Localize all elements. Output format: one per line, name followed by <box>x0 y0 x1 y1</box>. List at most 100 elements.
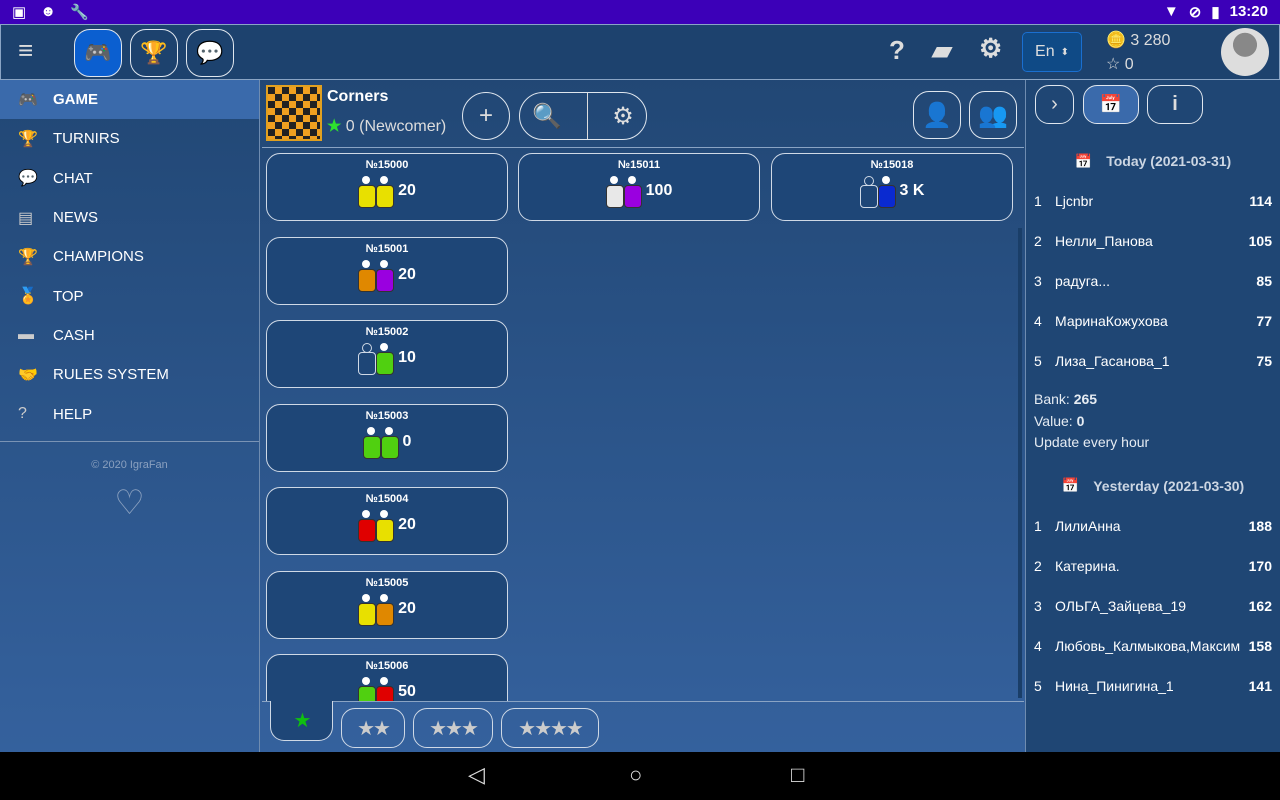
game-header: Corners ★ 0 (Newcomer) + 🔍 ⚙ 👤 👥 <box>262 80 1024 148</box>
player-figure-icon <box>380 427 399 459</box>
stars-value: 0 <box>1124 56 1134 73</box>
table-bet: 0 <box>402 433 412 450</box>
single-player-filter-button[interactable]: 👤 <box>913 91 961 139</box>
table-bet: 20 <box>398 600 416 617</box>
sidebar-item-rules-system[interactable]: 🤝 RULES SYSTEM <box>0 355 259 394</box>
trophy-icon: 🏆 <box>18 130 38 148</box>
game-table-card[interactable]: №15000 20 <box>266 153 508 221</box>
player-name: Нелли_Панова <box>1055 233 1153 249</box>
ranking-row[interactable]: 5 Нина_Пинигина_1 141 <box>1026 666 1280 706</box>
ranking-row[interactable]: 3 радуга... 85 <box>1026 261 1280 301</box>
group-filter-button[interactable]: 👥 <box>969 91 1017 139</box>
search-settings-group: 🔍 ⚙ <box>519 92 647 140</box>
level-tab-1[interactable]: ★ <box>270 701 333 741</box>
rank-number: 2 <box>1034 233 1042 249</box>
balance: 🪙 3 280 ☆ 0 <box>1106 29 1170 77</box>
today-heading: 📅 Today (2021-03-31) <box>1026 141 1280 181</box>
chat-icon: 💬 <box>196 40 224 65</box>
sidebar-item-game[interactable]: 🎮 GAME <box>0 80 259 120</box>
game-tab-button[interactable]: 🎮 <box>74 29 122 77</box>
ranking-row[interactable]: 2 Катерина. 170 <box>1026 546 1280 586</box>
chat-tab-button[interactable]: 💬 <box>186 29 234 77</box>
collapse-button[interactable]: › <box>1035 85 1074 124</box>
tables-list: №15000 20 №15011 100 №15018 3 K №15001 20 №15002… <box>262 149 1024 701</box>
calendar-icon: 📅 <box>1099 94 1123 114</box>
sidebar-item-news[interactable]: ▤ NEWS <box>0 198 259 237</box>
game-table-card[interactable]: №15018 3 K <box>771 153 1013 221</box>
rank-number: 2 <box>1034 557 1042 574</box>
calendar-star-icon: 📅 <box>1074 152 1093 169</box>
ranking-row[interactable]: 1 Ljcnbr 114 <box>1026 181 1280 221</box>
update-note: Update every hour <box>1034 434 1150 450</box>
cup-icon: 🏆 <box>18 248 38 266</box>
sidebar-item-cash[interactable]: ▬ CASH <box>0 316 259 355</box>
status-bar: ▣ ☻ 🔧 ▼ ⊘ ▮ 13:20 <box>0 0 1280 24</box>
game-rating: ★ 0 (Newcomer) <box>327 116 446 136</box>
player-figure-icon <box>376 510 395 542</box>
sidebar-item-turnirs[interactable]: 🏆 TURNIRS <box>0 119 259 158</box>
sidebar-item-help[interactable]: ? HELP <box>0 394 259 433</box>
sidebar-item-top[interactable]: 🏅 TOP <box>0 276 259 315</box>
table-bet: 20 <box>398 266 416 283</box>
recents-icon[interactable]: □ <box>791 762 804 788</box>
sidebar: 🎮 GAME 🏆 TURNIRS 💬 CHAT ▤ NEWS 🏆 CHAMPIONS 🏅 TOP ▬ CA… <box>0 80 260 752</box>
home-icon[interactable]: ○ <box>629 762 642 788</box>
settings-icon[interactable]: ⚙ <box>979 33 1002 64</box>
calendar-tab[interactable]: 📅 <box>1083 85 1139 124</box>
table-number: №15006 <box>365 660 409 672</box>
points: 141 <box>1248 677 1272 694</box>
player-name: МаринаКожухова <box>1055 313 1168 329</box>
sidebar-item-chat[interactable]: 💬 CHAT <box>0 159 259 198</box>
game-table-card[interactable]: №15004 20 <box>266 487 508 555</box>
rank-number: 5 <box>1034 353 1042 369</box>
language-select[interactable]: En ⬍ <box>1022 32 1082 72</box>
game-table-card[interactable]: №15006 50 <box>266 654 508 701</box>
menu-icon[interactable]: ≡ <box>18 35 33 66</box>
points: 170 <box>1248 557 1272 574</box>
ranking-row[interactable]: 2 Нелли_Панова 105 <box>1026 221 1280 261</box>
level-tab-2[interactable]: ★★ <box>341 708 405 748</box>
sidebar-item-label: HELP <box>53 405 93 423</box>
wallet-icon[interactable]: ▰ <box>932 35 952 66</box>
rank-number: 3 <box>1034 273 1042 289</box>
points: 162 <box>1248 597 1272 614</box>
sidebar-item-label: CASH <box>53 326 95 344</box>
table-bet: 10 <box>398 349 416 366</box>
game-board-thumbnail <box>266 85 322 141</box>
table-number: №15018 <box>870 159 914 171</box>
tournaments-tab-button[interactable]: 🏆 <box>130 29 178 77</box>
divider <box>0 440 259 442</box>
back-icon[interactable]: ◁ <box>468 762 485 788</box>
table-number: №15004 <box>365 493 409 505</box>
player-name: Любовь_Калмыкова,Максим <box>1055 637 1241 654</box>
game-table-card[interactable]: №15011 100 <box>518 153 760 221</box>
avatar[interactable] <box>1221 28 1269 76</box>
plus-icon: + <box>478 102 493 129</box>
empty-seat-icon <box>358 343 377 375</box>
level-tab-4[interactable]: ★★★★ <box>501 708 599 748</box>
help-icon[interactable]: ? <box>889 35 905 66</box>
scrollbar[interactable] <box>1018 228 1022 698</box>
search-play-icon[interactable]: 🔍 <box>532 102 562 131</box>
clock: 13:20 <box>1229 3 1268 20</box>
info-tab[interactable]: i <box>1147 85 1203 124</box>
table-bet: 20 <box>398 182 416 199</box>
game-table-card[interactable]: №15001 20 <box>266 237 508 305</box>
ranking-row[interactable]: 5 Лиза_Гасанова_1 75 <box>1026 341 1280 381</box>
value-label: Value: <box>1034 412 1073 429</box>
ranking-row[interactable]: 3 ОЛЬГА_Зайцева_19 162 <box>1026 586 1280 626</box>
game-table-card[interactable]: №15003 0 <box>266 404 508 472</box>
divider <box>586 93 588 139</box>
ranking-row[interactable]: 4 МаринаКожухова 77 <box>1026 301 1280 341</box>
chat-icon: 💬 <box>18 170 38 188</box>
add-table-button[interactable]: + <box>462 92 510 140</box>
person-icon: 👤 <box>922 101 952 129</box>
gear-icon[interactable]: ⚙ <box>612 102 634 131</box>
game-table-card[interactable]: №15005 20 <box>266 571 508 639</box>
sidebar-item-champions[interactable]: 🏆 CHAMPIONS <box>0 237 259 276</box>
ranking-row[interactable]: 1 ЛилиАнна 188 <box>1026 506 1280 546</box>
game-table-card[interactable]: №15002 10 <box>266 320 508 388</box>
ranking-row[interactable]: 4 Любовь_Калмыкова,Максим 158 <box>1026 626 1280 666</box>
yesterday-title: Yesterday (2021-03-30) <box>1093 477 1245 494</box>
level-tab-3[interactable]: ★★★ <box>413 708 493 748</box>
